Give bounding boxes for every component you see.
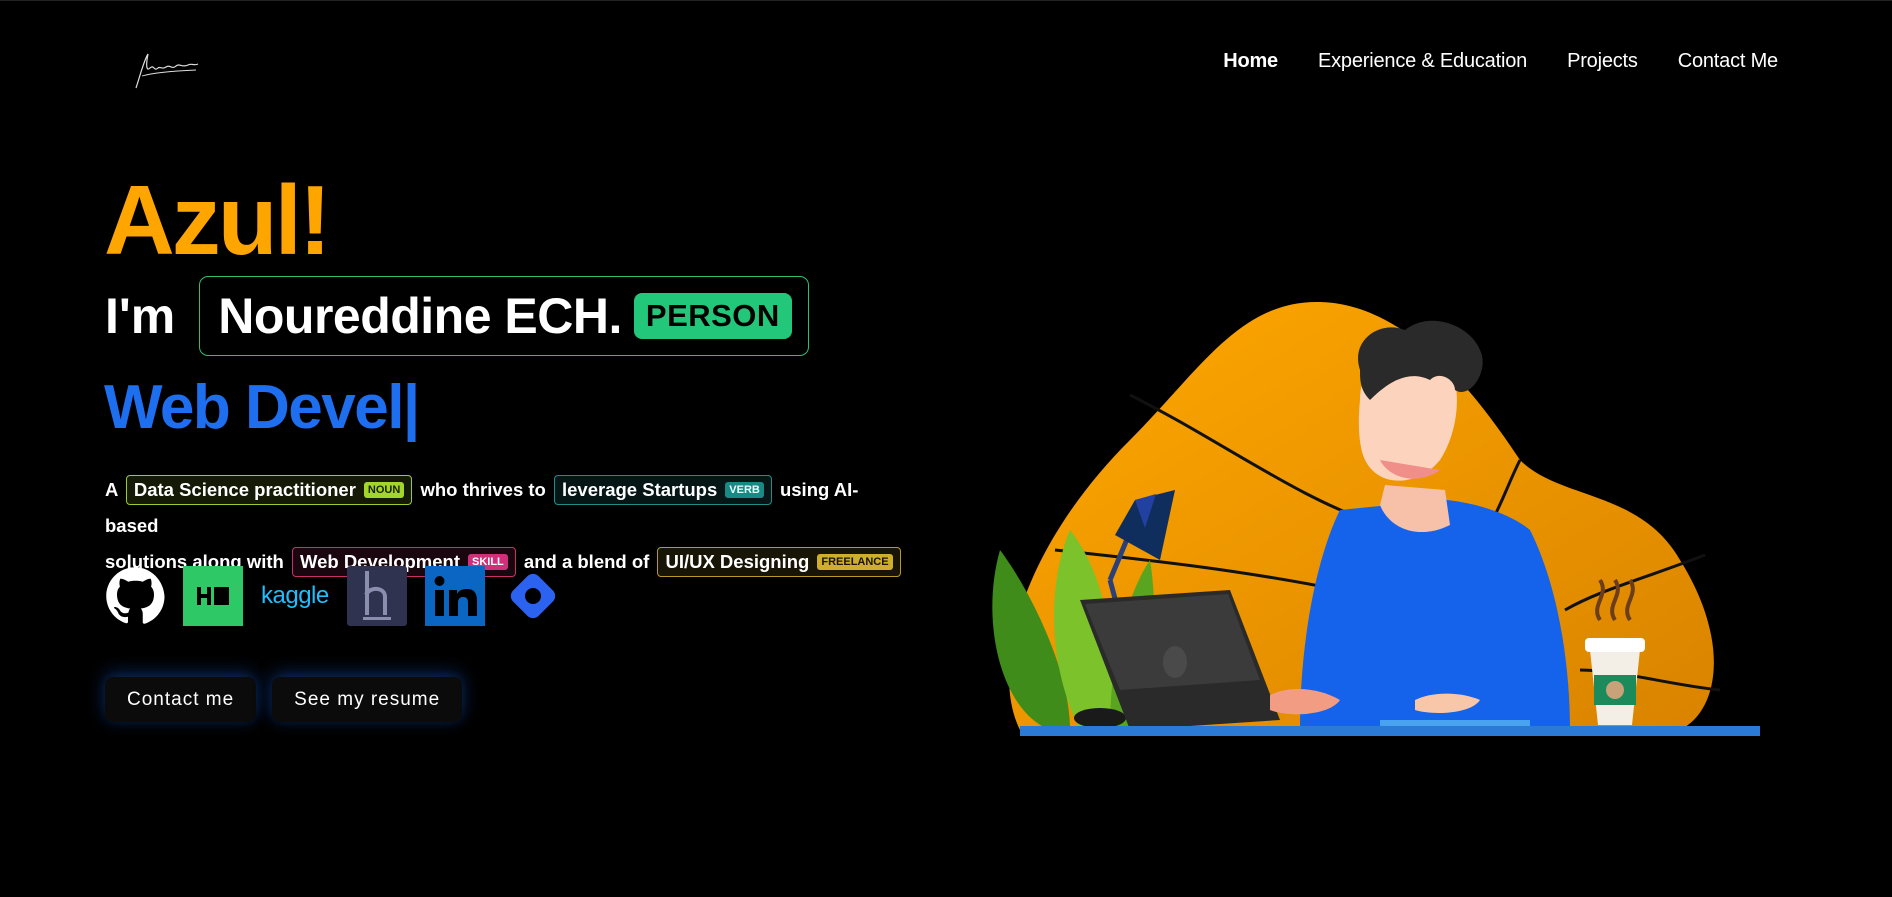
nav-experience-education[interactable]: Experience & Education [1318, 50, 1527, 73]
github-icon[interactable] [105, 566, 165, 626]
social-links: kaggle [105, 566, 563, 626]
im-text: I'm [105, 288, 176, 344]
linkedin-icon[interactable] [424, 566, 485, 626]
para-text-thrives: who thrives to [420, 479, 546, 500]
name-highlight-box: Noureddine ECH. PERSON [199, 276, 809, 356]
hackerrank-icon[interactable] [183, 566, 243, 626]
typed-role-text: Web Devel| [104, 373, 420, 442]
noun-tag: NOUN [363, 482, 405, 498]
hashnode-icon[interactable] [346, 566, 407, 626]
para-text-a: A [105, 479, 118, 500]
main-nav: Home Experience & Education Projects Con… [1223, 50, 1778, 73]
noun-pill-text: Data Science practitioner [133, 479, 356, 500]
developer-illustration [960, 290, 1760, 750]
cta-buttons: Contact me See my resume [105, 677, 463, 722]
contact-me-button[interactable]: Contact me [105, 677, 257, 722]
greeting-heading: Azul! [104, 165, 331, 275]
polywork-icon[interactable] [503, 566, 563, 626]
verb-pill-text: leverage Startups [562, 479, 718, 500]
freelance-pill-text: UI/UX Designing [665, 551, 810, 572]
person-name: Noureddine ECH. [218, 288, 622, 344]
nav-contact-me[interactable]: Contact Me [1678, 50, 1778, 73]
verb-pill: leverage Startups VERB [554, 475, 772, 505]
see-resume-button[interactable]: See my resume [272, 677, 463, 722]
freelance-pill: UI/UX Designing FREELANCE [657, 547, 901, 577]
person-tag-badge: PERSON [633, 293, 792, 339]
signature-logo[interactable] [132, 46, 202, 92]
top-divider [0, 0, 1892, 1]
kaggle-icon[interactable]: kaggle [261, 566, 329, 626]
intro-row: I'm Noureddine ECH. PERSON [105, 276, 809, 356]
freelance-tag: FREELANCE [817, 554, 893, 570]
verb-tag: VERB [725, 482, 764, 498]
nav-home[interactable]: Home [1223, 50, 1278, 73]
noun-pill: Data Science practitioner NOUN [125, 475, 413, 505]
intro-paragraph: A Data Science practitioner NOUN who thri… [105, 472, 905, 580]
nav-projects[interactable]: Projects [1567, 50, 1638, 73]
